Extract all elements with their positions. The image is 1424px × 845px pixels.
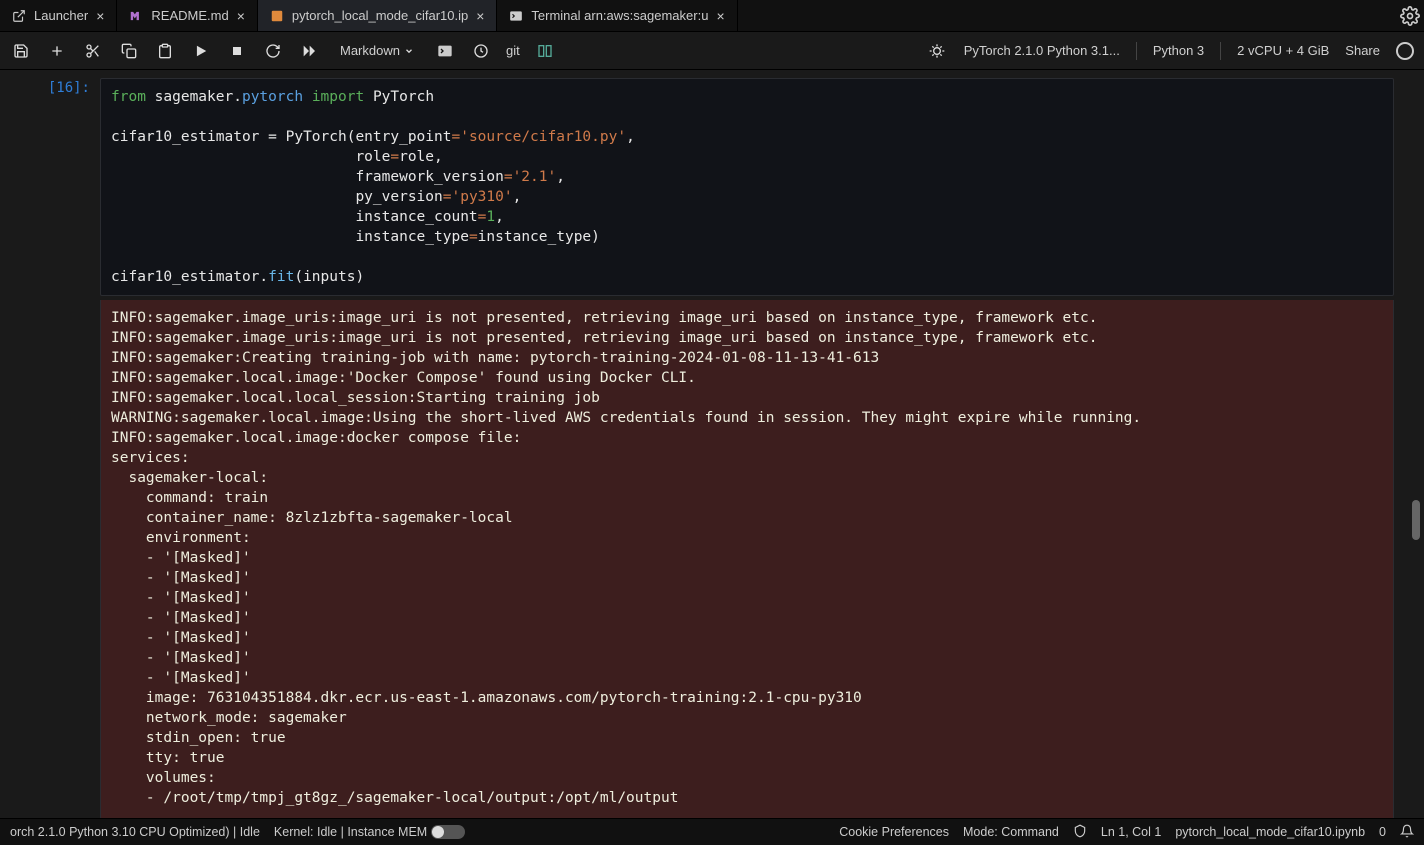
cell-output[interactable]: INFO:sagemaker.image_uris:image_uri is n…: [100, 300, 1394, 818]
kernel-compute[interactable]: 2 vCPU + 4 GiB: [1237, 43, 1329, 58]
status-mode: Mode: Command: [963, 825, 1059, 839]
close-icon[interactable]: ×: [716, 8, 724, 24]
tab-label: README.md: [151, 8, 228, 23]
trust-icon[interactable]: [1073, 824, 1087, 841]
cut-icon[interactable]: [82, 40, 104, 62]
tab-notebook[interactable]: pytorch_local_mode_cifar10.ip ×: [258, 0, 498, 31]
stop-icon[interactable]: [226, 40, 248, 62]
save-icon[interactable]: [10, 40, 32, 62]
code-cell-row: [16]: from sagemaker.pytorch import PyTo…: [0, 70, 1424, 296]
cell-type-dropdown[interactable]: Markdown: [334, 43, 420, 58]
external-link-icon: [12, 9, 26, 23]
kernel-lang[interactable]: Python 3: [1153, 43, 1204, 58]
close-icon[interactable]: ×: [476, 8, 484, 24]
history-icon[interactable]: [470, 40, 492, 62]
toolbar-right: PyTorch 2.1.0 Python 3.1... Python 3 2 v…: [926, 40, 1414, 62]
restart-icon[interactable]: [262, 40, 284, 62]
status-kernel-label: Kernel: Idle | Instance MEM: [274, 825, 427, 839]
tab-label: pytorch_local_mode_cifar10.ip: [292, 8, 468, 23]
close-icon[interactable]: ×: [237, 8, 245, 24]
terminal-tool-icon[interactable]: [434, 40, 456, 62]
kernel-status-icon[interactable]: [1396, 42, 1414, 60]
bug-icon[interactable]: [926, 40, 948, 62]
settings-gear-icon[interactable]: [1400, 6, 1420, 31]
notebook-file-icon: [270, 9, 284, 23]
tab-launcher[interactable]: Launcher ×: [0, 0, 117, 31]
notification-count: 0: [1379, 825, 1386, 839]
status-env[interactable]: orch 2.1.0 Python 3.10 CPU Optimized) | …: [10, 825, 260, 839]
add-cell-icon[interactable]: [46, 40, 68, 62]
status-kernel[interactable]: Kernel: Idle | Instance MEM: [274, 825, 465, 840]
share-button[interactable]: Share: [1345, 43, 1380, 58]
chevron-down-icon: [404, 46, 414, 56]
bell-icon[interactable]: [1400, 824, 1414, 841]
copy-icon[interactable]: [118, 40, 140, 62]
cell-prompt: [16]:: [0, 70, 100, 296]
tab-label: Launcher: [34, 8, 88, 23]
terminal-icon: [509, 9, 523, 23]
notebook-area: [16]: from sagemaker.pytorch import PyTo…: [0, 70, 1424, 818]
notebook-toolbar: Markdown git PyTorch 2.1.0 Python 3.1...…: [0, 32, 1424, 70]
status-filename[interactable]: pytorch_local_mode_cifar10.ipynb: [1175, 825, 1365, 839]
status-bar: orch 2.1.0 Python 3.10 CPU Optimized) | …: [0, 818, 1424, 845]
tab-label: Terminal arn:aws:sagemaker:u: [531, 8, 708, 23]
tab-terminal[interactable]: Terminal arn:aws:sagemaker:u ×: [497, 0, 737, 31]
cursor-position: Ln 1, Col 1: [1101, 825, 1161, 839]
markdown-file-icon: [129, 9, 143, 23]
paste-icon[interactable]: [154, 40, 176, 62]
cell-type-label: Markdown: [340, 43, 400, 58]
run-icon[interactable]: [190, 40, 212, 62]
mem-toggle[interactable]: [431, 825, 465, 839]
output-prompt-spacer: [0, 296, 100, 818]
fast-forward-icon[interactable]: [298, 40, 320, 62]
output-row: INFO:sagemaker.image_uris:image_uri is n…: [0, 296, 1424, 818]
kernel-env[interactable]: PyTorch 2.1.0 Python 3.1...: [964, 43, 1120, 58]
git-diff-icon[interactable]: [534, 40, 556, 62]
code-cell[interactable]: from sagemaker.pytorch import PyTorch ci…: [100, 78, 1394, 296]
cookie-prefs[interactable]: Cookie Preferences: [839, 825, 949, 839]
scrollbar-thumb[interactable]: [1412, 500, 1420, 540]
close-icon[interactable]: ×: [96, 8, 104, 24]
tab-bar: Launcher × README.md × pytorch_local_mod…: [0, 0, 1424, 32]
git-label[interactable]: git: [506, 43, 520, 58]
tab-readme[interactable]: README.md ×: [117, 0, 257, 31]
